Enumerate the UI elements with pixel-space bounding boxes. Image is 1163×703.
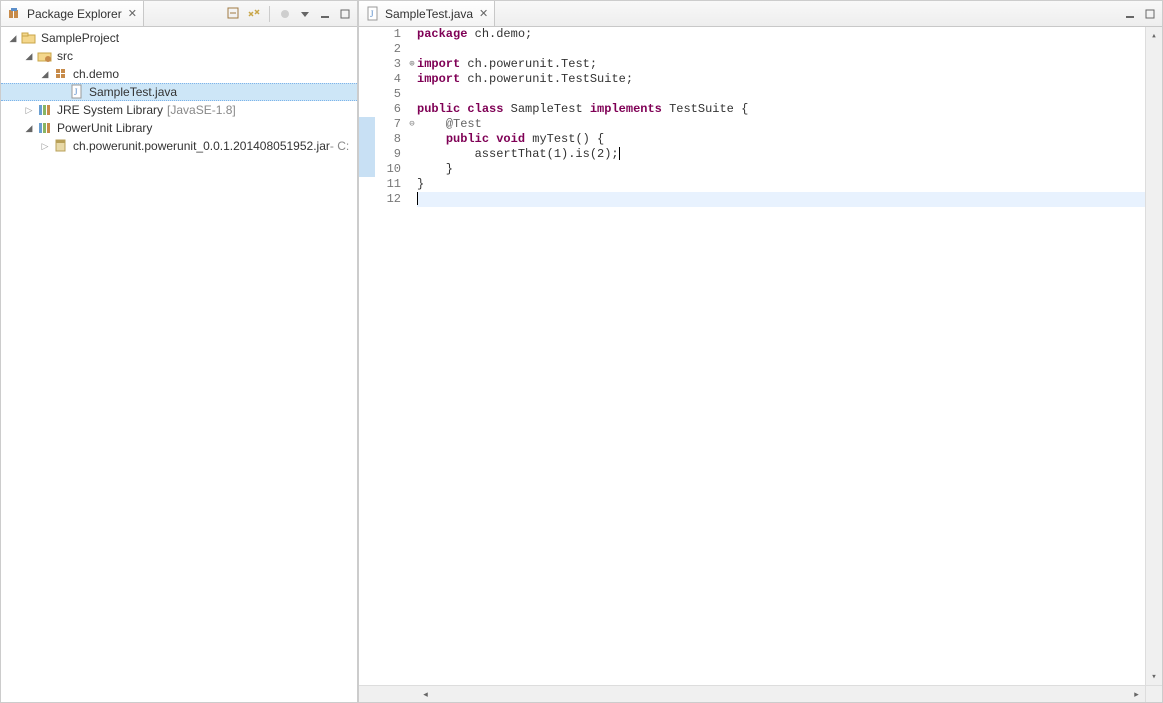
line-number: 10	[375, 162, 401, 177]
tree-label: ch.demo	[73, 67, 119, 81]
expand-icon[interactable]: ◢	[23, 50, 35, 62]
line-number: 5	[375, 87, 401, 102]
svg-text:J: J	[370, 9, 374, 19]
tree-label: src	[57, 49, 73, 63]
tree-decorator: [JavaSE-1.8]	[167, 103, 236, 117]
line-number: 8	[375, 132, 401, 147]
line-number: 2	[375, 42, 401, 57]
focus-task-button[interactable]	[277, 6, 293, 22]
line-number: 11	[375, 177, 401, 192]
expand-icon[interactable]: ▷	[23, 104, 35, 116]
text-cursor	[417, 192, 418, 205]
line-number: 4	[375, 72, 401, 87]
horizontal-scrollbar[interactable]: ◂ ▸	[359, 685, 1162, 702]
marker-bar[interactable]	[359, 27, 375, 685]
project-tree[interactable]: ◢ SampleProject ◢ src ◢ ch.demo ▷ J Samp…	[1, 27, 357, 702]
expand-icon[interactable]: ◢	[23, 122, 35, 134]
line-number-gutter[interactable]: 1 2 3 4 5 6 7 8 9 10 11 12	[375, 27, 407, 685]
scroll-right-icon[interactable]: ▸	[1128, 686, 1145, 702]
minimize-button[interactable]	[317, 6, 333, 22]
tree-node-src[interactable]: ◢ src	[1, 47, 357, 65]
tree-node-package[interactable]: ◢ ch.demo	[1, 65, 357, 83]
tree-node-jre[interactable]: ▷ JRE System Library [JavaSE-1.8]	[1, 101, 357, 119]
scroll-left-icon[interactable]: ◂	[417, 686, 434, 702]
scroll-down-icon[interactable]: ▾	[1146, 668, 1162, 685]
tree-node-jar[interactable]: ▷ ch.powerunit.powerunit_0.0.1.201408051…	[1, 137, 357, 155]
line-number: 1	[375, 27, 401, 42]
tree-label: ch.powerunit.powerunit_0.0.1.20140805195…	[73, 139, 330, 153]
package-explorer-icon	[7, 6, 23, 22]
line-number: 7	[375, 117, 401, 132]
editor-view: J SampleTest.java ✕ 1 2 3 4	[358, 0, 1163, 703]
line-number: 3	[375, 57, 401, 72]
package-explorer-title: Package Explorer	[27, 7, 122, 21]
expand-icon[interactable]: ◢	[39, 68, 51, 80]
minimize-button[interactable]	[1122, 6, 1138, 22]
tree-label: SampleProject	[41, 31, 119, 45]
tree-node-powerunit[interactable]: ◢ PowerUnit Library	[1, 119, 357, 137]
code-editor[interactable]: 1 2 3 4 5 6 7 8 9 10 11 12 ⊕ ⊖	[359, 27, 1162, 685]
editor-tab[interactable]: J SampleTest.java ✕	[359, 1, 495, 26]
scrollbar-track[interactable]	[434, 686, 1128, 702]
collapse-all-button[interactable]	[226, 6, 242, 22]
editor-tab-title: SampleTest.java	[385, 7, 473, 21]
package-explorer-tabbar: Package Explorer ✕	[1, 1, 357, 27]
jar-icon	[53, 138, 69, 154]
source-folder-icon	[37, 48, 53, 64]
toolbar-separator	[269, 6, 270, 22]
line-number: 12	[375, 192, 401, 207]
view-menu-button[interactable]	[297, 6, 313, 22]
tree-label: PowerUnit Library	[57, 121, 152, 135]
editor-toolbar	[1122, 1, 1162, 26]
java-file-icon: J	[69, 84, 85, 100]
line-number: 6	[375, 102, 401, 117]
tree-decorator: - C:	[330, 139, 349, 153]
package-explorer-tab[interactable]: Package Explorer ✕	[1, 1, 144, 26]
close-icon[interactable]: ✕	[479, 7, 488, 20]
folding-bar[interactable]: ⊕ ⊖	[407, 27, 417, 685]
library-icon	[37, 102, 53, 118]
line-number: 9	[375, 147, 401, 162]
tree-label: SampleTest.java	[89, 85, 177, 99]
tree-node-file[interactable]: ▷ J SampleTest.java	[1, 83, 357, 101]
package-explorer-view: Package Explorer ✕ ◢ SampleProject ◢ src…	[0, 0, 358, 703]
vertical-scrollbar[interactable]: ▴ ▾	[1145, 27, 1162, 685]
java-file-icon: J	[365, 6, 381, 22]
link-with-editor-button[interactable]	[246, 6, 262, 22]
maximize-button[interactable]	[337, 6, 353, 22]
close-icon[interactable]: ✕	[128, 7, 137, 20]
expand-icon[interactable]: ◢	[7, 32, 19, 44]
package-icon	[53, 66, 69, 82]
package-explorer-toolbar	[226, 1, 357, 26]
tree-label: JRE System Library	[57, 103, 163, 117]
text-cursor	[619, 147, 620, 160]
library-icon	[37, 120, 53, 136]
svg-text:J: J	[74, 87, 78, 97]
expand-icon[interactable]: ▷	[39, 140, 51, 152]
editor-tabbar: J SampleTest.java ✕	[359, 1, 1162, 27]
maximize-button[interactable]	[1142, 6, 1158, 22]
tree-node-project[interactable]: ◢ SampleProject	[1, 29, 357, 47]
project-icon	[21, 30, 37, 46]
scroll-up-icon[interactable]: ▴	[1146, 27, 1162, 44]
code-content[interactable]: package ch.demo; import ch.powerunit.Tes…	[417, 27, 1145, 685]
